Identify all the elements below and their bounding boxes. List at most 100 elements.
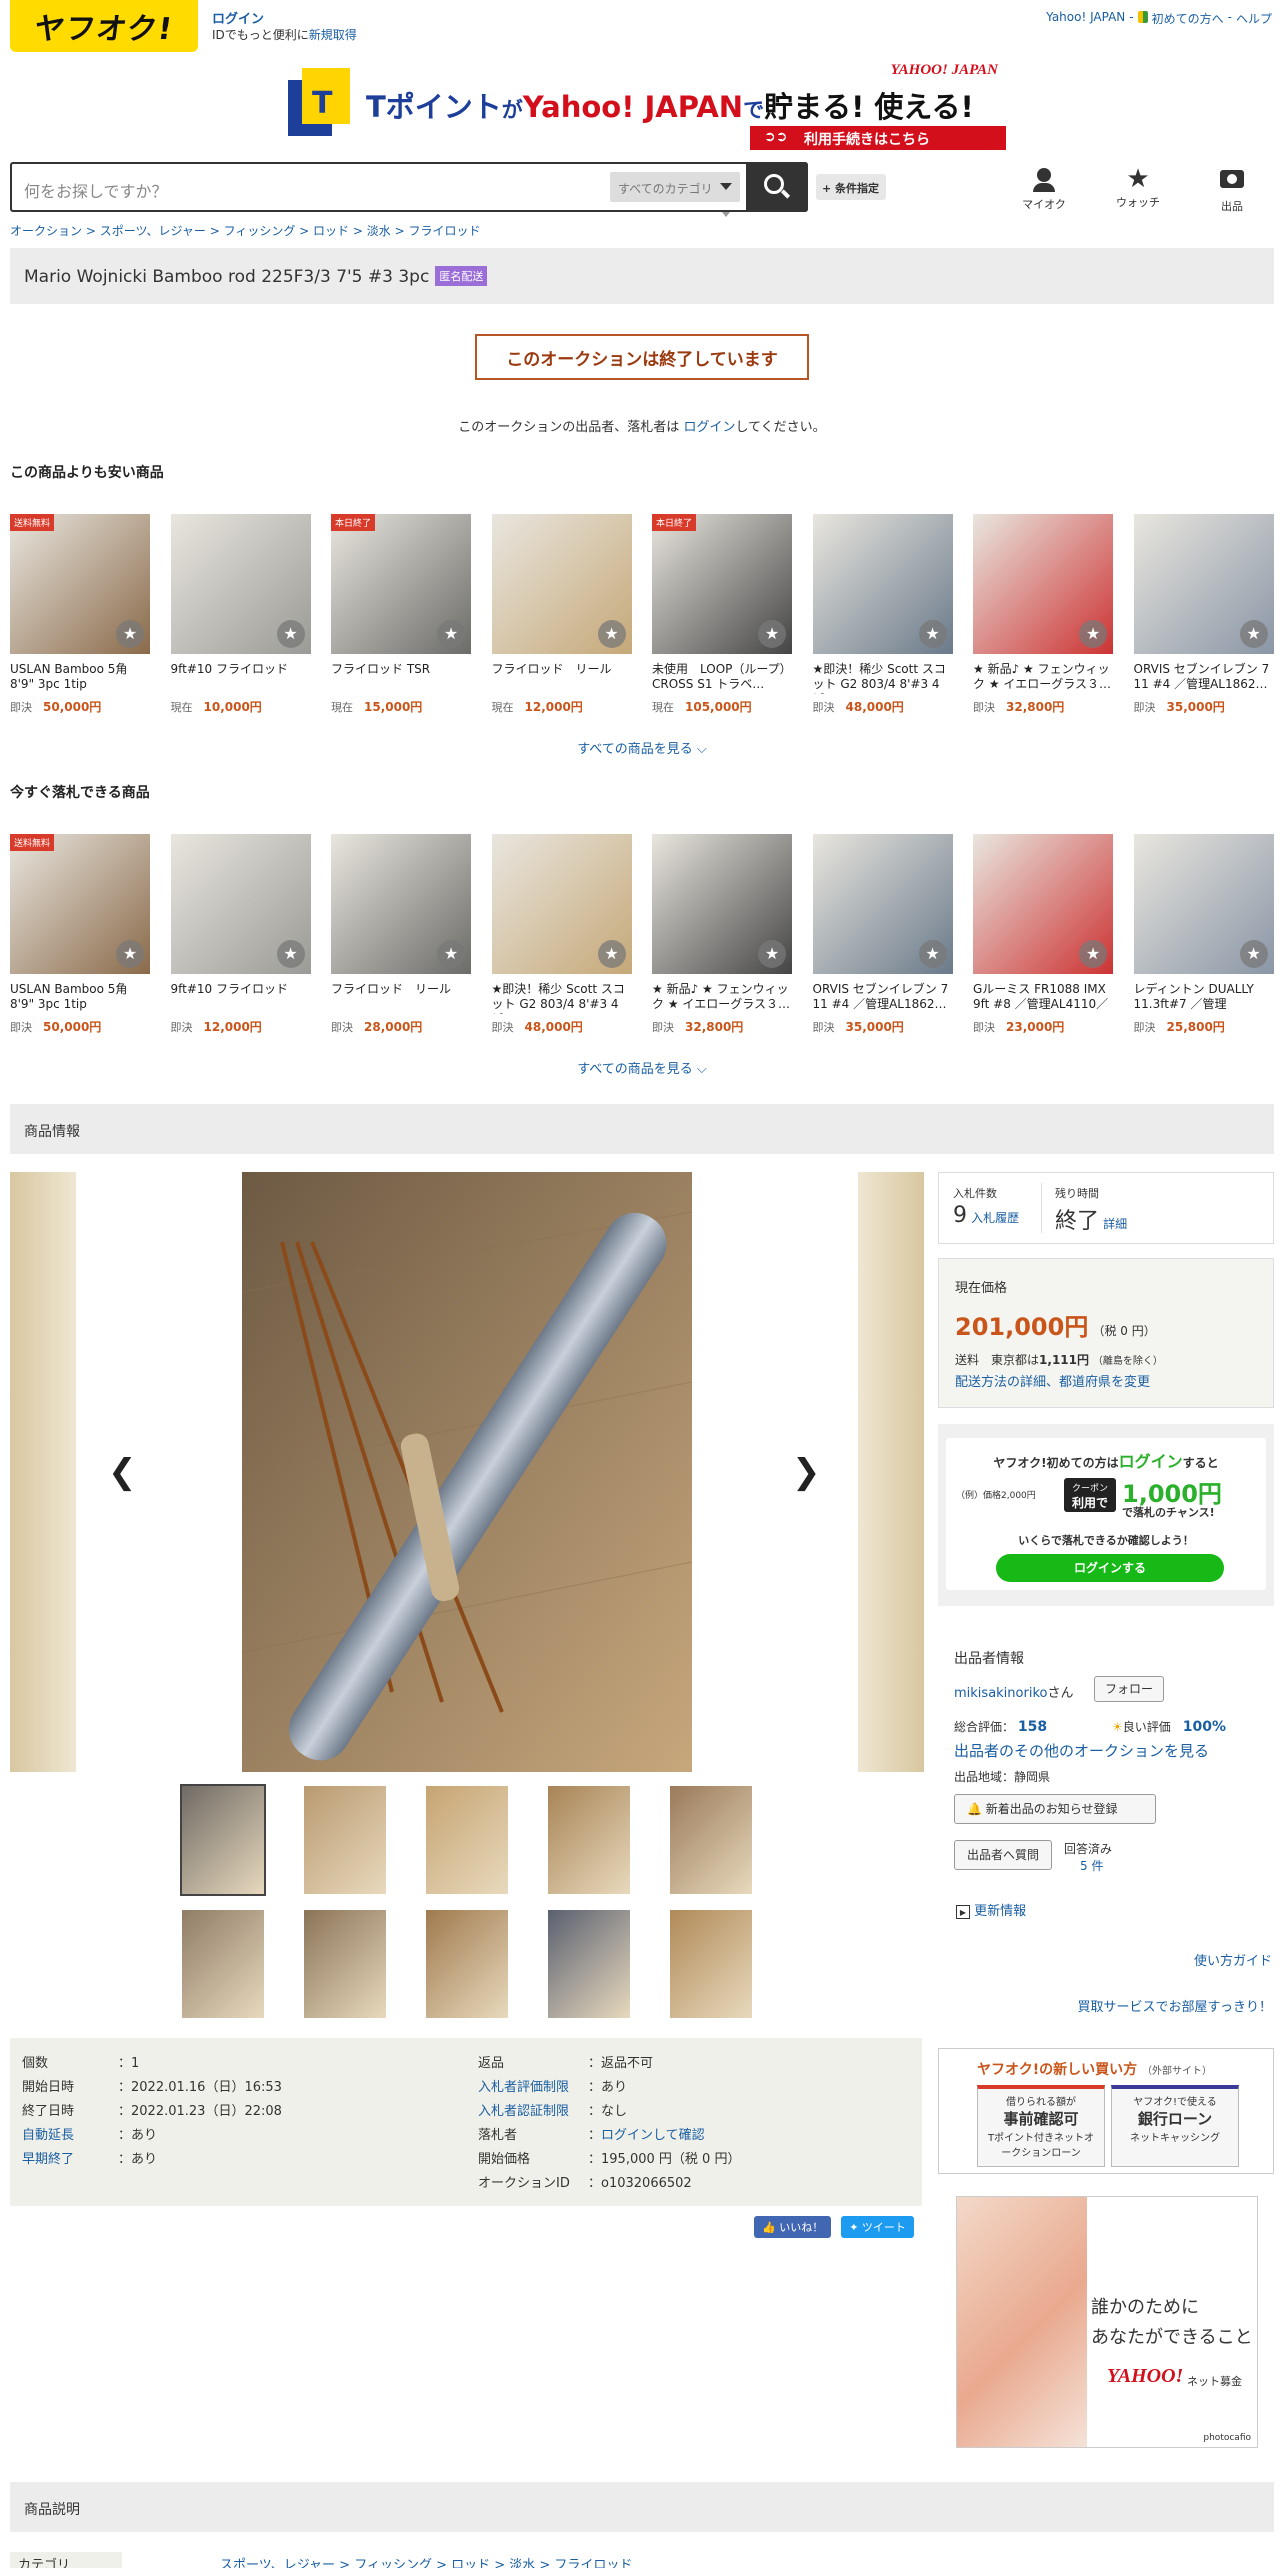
bid-history-link[interactable]: 入札履歴 <box>971 1211 1019 1225</box>
winner-login-link[interactable]: ログインして確認 <box>601 2128 705 2143</box>
watch-star-icon[interactable]: ★ <box>1079 940 1107 968</box>
product-image[interactable]: ★ <box>331 834 471 974</box>
product-card[interactable]: ★ レディントン DUALLY 11.3ft#7 ／管理AM341… 即決 25,8… <box>1133 834 1274 1035</box>
rating-value[interactable]: 158 <box>1018 1719 1047 1735</box>
thumbnail-image[interactable] <box>426 1910 508 2018</box>
product-image[interactable]: ★ <box>1133 514 1274 654</box>
product-image[interactable]: 送料無料 ★ <box>10 834 150 974</box>
early-end-link[interactable]: 早期終了 <box>22 2148 118 2167</box>
product-image[interactable]: ★ <box>812 834 953 974</box>
new-listing-notify-button[interactable]: 🔔 新着出品のお知らせ登録 <box>954 1794 1156 1824</box>
product-name[interactable]: フライロッド TSR <box>331 662 471 694</box>
usage-guide-link[interactable]: 使い方ガイド <box>1194 1950 1272 1969</box>
crumb[interactable]: フライロッド <box>408 224 480 238</box>
product-name[interactable]: フライロッド リール <box>331 982 471 1014</box>
next-arrow-icon[interactable]: ❯ <box>792 1452 821 1492</box>
product-image[interactable]: ★ <box>973 834 1113 974</box>
promo-login-button[interactable]: ログインする <box>996 1554 1224 1582</box>
product-card[interactable]: 送料無料 ★ USLAN Bamboo 5角 8'9" 3pc 1tip 即決 50,… <box>10 834 150 1035</box>
time-detail-link[interactable]: 詳細 <box>1103 1217 1127 1231</box>
thumbnail-image[interactable] <box>548 1786 630 1894</box>
product-card[interactable]: ★ ★即決！稀少 Scott スコット G2 803/4 8'#3 4ピ… 即決 4… <box>812 514 953 715</box>
watch-star-icon[interactable]: ★ <box>276 620 305 648</box>
product-card[interactable]: 本日終了 ★ フライロッド TSR 現在 15,000円 <box>331 514 471 715</box>
donation-ad[interactable]: 誰かのために あなたができること YAHOO! ネット募金 photocafio <box>956 2196 1258 2448</box>
watch-star-icon[interactable]: ★ <box>597 620 626 648</box>
watch-star-icon[interactable]: ★ <box>437 940 465 968</box>
product-name[interactable]: レディントン DUALLY 11.3ft#7 ／管理AM341… <box>1134 982 1274 1014</box>
next-image-preview[interactable] <box>858 1172 924 1772</box>
search-expand-icon[interactable] <box>722 212 730 217</box>
watch-star-icon[interactable]: ★ <box>116 940 144 968</box>
product-card[interactable]: ★ 9ft#10 フライロッド 即決 12,000円 <box>170 834 311 1035</box>
watch-star-icon[interactable]: ★ <box>437 620 465 648</box>
product-card[interactable]: 本日終了 ★ 未使用 LOOP（ループ）CROSS S1 トラベ… 現在 105,00… <box>652 514 792 715</box>
category-select[interactable]: すべてのカテゴリ <box>610 172 740 202</box>
watch-star-icon[interactable]: ★ <box>918 940 947 968</box>
product-name[interactable]: ORVIS セブンイレブン 7 11 #4 ／管理AL1862… <box>813 982 953 1014</box>
product-name[interactable]: Gルーミス FR1088 IMX 9ft #8 ／管理AL4110／34 <box>973 982 1113 1014</box>
yahuoku-logo[interactable]: ヤフオク! <box>10 0 198 52</box>
watch-star-icon[interactable]: ★ <box>758 620 786 648</box>
bank-loan-button[interactable]: ヤフオク!で使える 銀行ローン ネットキャッシング <box>1111 2085 1239 2167</box>
product-name[interactable]: フライロッド リール <box>492 662 632 694</box>
nav-sell[interactable]: 出品 <box>1202 166 1262 214</box>
prev-arrow-icon[interactable]: ❮ <box>108 1452 137 1492</box>
help-link[interactable]: ヘルプ <box>1236 10 1272 27</box>
thumbnail-image[interactable] <box>670 1786 752 1894</box>
product-image[interactable]: ★ <box>491 514 632 654</box>
watch-star-icon[interactable]: ★ <box>918 620 947 648</box>
thumbnail-image[interactable] <box>182 1910 264 2018</box>
category-path-link[interactable]: スポーツ、レジャー > フィッシング > ロッド > 淡水 > フライロッド <box>220 2554 632 2568</box>
thumbnail-image[interactable] <box>304 1910 386 2018</box>
ask-seller-button[interactable]: 出品者へ質問 <box>954 1840 1052 1870</box>
product-name[interactable]: 9ft#10 フライロッド <box>171 982 311 1014</box>
banner-cta-button[interactable]: ➲➲ 利用手続きはこちら <box>750 126 1006 150</box>
product-card[interactable]: ★ ORVIS セブンイレブン 7 11 #4 ／管理AL1862… 即決 35,0… <box>1133 514 1274 715</box>
crumb[interactable]: スポーツ、レジャー <box>100 224 206 238</box>
product-image[interactable]: 本日終了 ★ <box>331 514 471 654</box>
product-image[interactable]: 送料無料 ★ <box>10 514 150 654</box>
watch-star-icon[interactable]: ★ <box>276 940 305 968</box>
thumbnail-image[interactable] <box>180 1784 266 1896</box>
auto-extend-link[interactable]: 自動延長 <box>22 2124 118 2143</box>
product-image[interactable]: ★ <box>170 834 311 974</box>
watch-star-icon[interactable]: ★ <box>1239 620 1268 648</box>
watch-star-icon[interactable]: ★ <box>597 940 626 968</box>
watch-star-icon[interactable]: ★ <box>1079 620 1107 648</box>
product-name[interactable]: 9ft#10 フライロッド <box>171 662 311 694</box>
product-image[interactable]: ★ <box>973 514 1113 654</box>
product-image[interactable]: 本日終了 ★ <box>652 514 792 654</box>
tweet-button[interactable]: ✦ ツイート <box>841 2216 914 2238</box>
product-name[interactable]: USLAN Bamboo 5角 8'9" 3pc 1tip <box>10 982 150 1014</box>
seller-other-auctions-link[interactable]: 出品者のその他のオークションを見る <box>954 1740 1209 1761</box>
thumbnail-image[interactable] <box>548 1910 630 2018</box>
main-product-image[interactable] <box>242 1172 692 1772</box>
pre-approval-button[interactable]: 借りられる額が 事前確認可 Tポイント付きネットオークションローン <box>977 2085 1105 2167</box>
watch-star-icon[interactable]: ★ <box>1239 940 1268 968</box>
seller-name-link[interactable]: mikisakinoriko <box>954 1686 1047 1701</box>
note-login-link[interactable]: ログイン <box>683 420 735 435</box>
nav-myauc[interactable]: マイオク <box>1014 166 1074 212</box>
product-card[interactable]: ★ フライロッド リール 即決 28,000円 <box>331 834 471 1035</box>
thumbnail-image[interactable] <box>426 1786 508 1894</box>
product-image[interactable]: ★ <box>170 514 311 654</box>
conditions-button[interactable]: + 条件指定 <box>816 174 886 200</box>
product-card[interactable]: ★ ORVIS セブンイレブン 7 11 #4 ／管理AL1862… 即決 35,0… <box>812 834 953 1035</box>
product-image[interactable]: ★ <box>1133 834 1274 974</box>
facebook-like-button[interactable]: 👍 いいね！ <box>754 2216 832 2238</box>
product-name[interactable]: ★即決！稀少 Scott スコット G2 803/4 8'#3 4ピ… <box>813 662 953 694</box>
product-name[interactable]: 未使用 LOOP（ループ）CROSS S1 トラベ… <box>652 662 792 694</box>
signup-link[interactable]: 新規取得 <box>309 28 357 42</box>
product-image[interactable]: ★ <box>491 834 632 974</box>
good-value[interactable]: 100% <box>1183 1719 1226 1735</box>
crumb[interactable]: ロッド <box>313 224 349 238</box>
product-name[interactable]: USLAN Bamboo 5角 8'9" 3pc 1tip <box>10 662 150 694</box>
watch-star-icon[interactable]: ★ <box>116 620 144 648</box>
tpoint-banner[interactable]: T YAHOO! JAPAN TポイントがYahoo! JAPANで貯まる! 使… <box>286 62 1006 152</box>
buyback-service-link[interactable]: 買取サービスでお部屋すっきり！ <box>1078 1996 1272 2015</box>
product-name[interactable]: ★ 新品♪ ★ フェンウィック ★ イエローグラス３… <box>652 982 792 1014</box>
product-name[interactable]: ORVIS セブンイレブン 7 11 #4 ／管理AL1862… <box>1134 662 1274 694</box>
product-name[interactable]: ★即決！稀少 Scott スコット G2 803/4 8'#3 4ピ… <box>492 982 632 1014</box>
thumbnail-image[interactable] <box>304 1786 386 1894</box>
